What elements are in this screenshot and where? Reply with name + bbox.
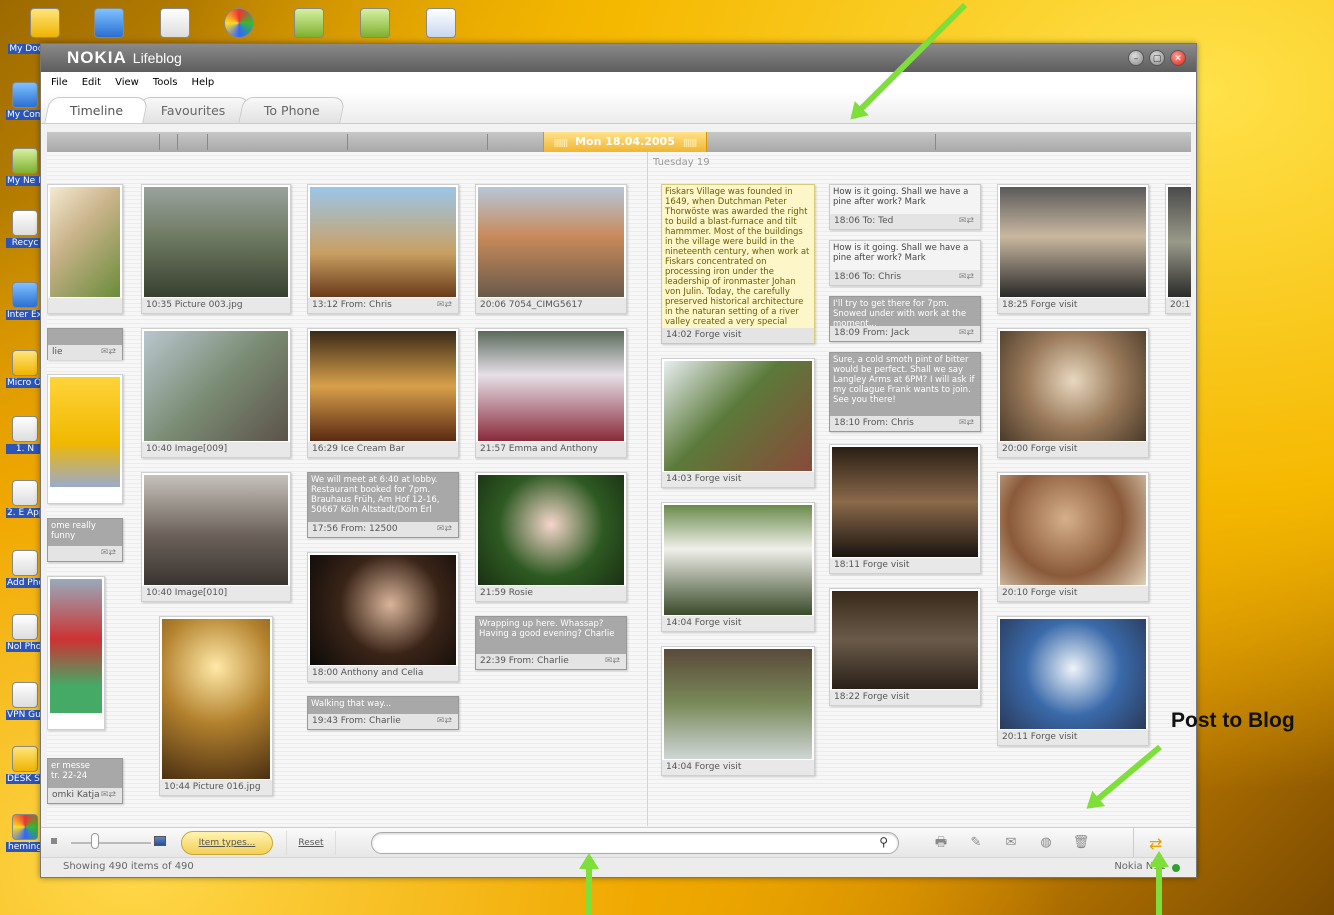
app-title: Lifeblog bbox=[132, 50, 182, 66]
timeline-item-message[interactable]: How is it going. Shall we have a pine af… bbox=[829, 240, 981, 286]
timeline-content: Tuesday 19 lie ✉⇄ ome really funny ✉⇄ er m… bbox=[47, 152, 1191, 826]
timeline-item-photo[interactable]: 10:40 Image[009] bbox=[141, 328, 291, 458]
desktop-desktop-studio-icon[interactable]: DESK STU bbox=[6, 744, 44, 784]
timeline-item-photo[interactable]: 18:00 Anthony and Celia bbox=[307, 552, 459, 682]
desktop-add-photo-icon[interactable]: Add Photo bbox=[6, 548, 44, 588]
timeline-item-photo[interactable]: 18:22 Forge visit bbox=[829, 588, 981, 706]
status-bar: Showing 490 items of 490 Nokia N91 bbox=[41, 857, 1196, 877]
post-to-blog-label: Post to Blog bbox=[1171, 709, 1295, 732]
menu-help[interactable]: Help bbox=[191, 77, 214, 88]
timeline-item-photo[interactable]: 20:00 Forge visit bbox=[997, 328, 1149, 458]
timeline-item-photo[interactable]: 16:29 Ice Cream Bar bbox=[307, 328, 459, 458]
send-message-icon[interactable]: ✉ bbox=[1001, 833, 1021, 853]
annotation-arrow-transfer bbox=[1156, 855, 1162, 915]
reset-button[interactable]: Reset bbox=[286, 831, 336, 855]
desktop-hemingway-icon[interactable]: heming bbox=[6, 812, 44, 852]
tab-to-phone[interactable]: To Phone bbox=[237, 97, 346, 123]
timeline-item-photo[interactable]: 20:11 bbox=[1165, 184, 1191, 314]
desktop-tsd-icon[interactable] bbox=[358, 6, 392, 40]
tab-bar: Timeline Favourites To Phone bbox=[41, 92, 1196, 124]
timeline-item-photo[interactable]: 10:40 Image[010] bbox=[141, 472, 291, 602]
search-input[interactable] bbox=[382, 833, 862, 853]
desktop-my-computer-icon[interactable]: My Com bbox=[6, 80, 44, 120]
desktop-outlook-icon[interactable]: Micro Outl bbox=[6, 348, 44, 388]
menu-edit[interactable]: Edit bbox=[82, 77, 101, 88]
delete-icon[interactable]: 🗑 bbox=[1071, 833, 1091, 853]
search-box[interactable]: ⚲ bbox=[371, 832, 899, 854]
timeline-item-photo[interactable]: 21:57 Emma and Anthony bbox=[475, 328, 627, 458]
timeline-item-photo[interactable]: 14:03 Forge visit bbox=[661, 358, 815, 488]
large-thumbnail-icon bbox=[154, 836, 166, 846]
timeline-item-photo[interactable]: 20:10 Forge visit bbox=[997, 472, 1149, 602]
menu-bar: File Edit View Tools Help bbox=[41, 72, 1196, 92]
close-button[interactable]: ✕ bbox=[1170, 50, 1186, 66]
minimize-button[interactable]: – bbox=[1128, 50, 1144, 66]
nokia-logo: NOKIA bbox=[67, 48, 127, 67]
search-icon[interactable]: ⚲ bbox=[879, 835, 888, 849]
timeline-item-message[interactable]: How is it going. Shall we have a pine af… bbox=[829, 184, 981, 230]
desktop-ie-icon[interactable] bbox=[92, 6, 126, 40]
menu-file[interactable]: File bbox=[51, 77, 68, 88]
desktop-vpn-icon[interactable]: VPN Gui bbox=[6, 680, 44, 720]
timeline-item-photo[interactable]: 20:06 7054_CIMG5617 bbox=[475, 184, 627, 314]
timeline-item-photo[interactable]: 13:12 From: Chris ✉⇄ bbox=[307, 184, 459, 314]
timeline-item-message[interactable]: I'll try to get there for 7pm. Snowed un… bbox=[829, 296, 981, 342]
timeline-item-photo[interactable] bbox=[47, 184, 123, 314]
desktop-word-icon[interactable] bbox=[424, 6, 458, 40]
print-icon[interactable]: 🖶 bbox=[931, 833, 951, 853]
timeline-date-badge[interactable]: Mon 18.04.2005 bbox=[543, 132, 707, 152]
timeline-strip[interactable]: Mon 18.04.2005 bbox=[47, 132, 1191, 152]
desktop-internet-explorer-icon[interactable]: Inter Expl bbox=[6, 280, 44, 320]
timeline-item-message[interactable]: Walking that way... 19:43 From: Charlie ✉⇄ bbox=[307, 696, 459, 730]
zoom-slider-track[interactable] bbox=[71, 842, 151, 844]
desktop-shortcut-1-icon[interactable]: 1. N bbox=[6, 414, 44, 454]
lifeblog-window: NOKIA Lifeblog – ▢ ✕ File Edit View Tool… bbox=[40, 43, 1197, 878]
post-to-blog-icon[interactable]: ◍ bbox=[1036, 833, 1056, 853]
timeline-item-photo[interactable]: 10:44 Picture 016.jpg bbox=[159, 616, 273, 796]
timeline-item-photo[interactable] bbox=[47, 374, 123, 504]
timeline-item-message[interactable]: lie ✉⇄ bbox=[47, 328, 123, 360]
bottom-toolbar: Item types... Reset ⚲ 🖶 ✎ ✉ ◍ 🗑 ⇄ bbox=[41, 827, 1196, 858]
status-item-count: Showing 490 items of 490 bbox=[63, 861, 194, 872]
timeline-item-photo[interactable]: 14:04 Forge visit bbox=[661, 502, 815, 632]
timeline-item-message[interactable]: Sure, a cold smoth pint of bitter would … bbox=[829, 352, 981, 432]
desktop-shortcut-2-icon[interactable]: 2. E Applic bbox=[6, 478, 44, 518]
zoom-slider-handle[interactable] bbox=[91, 833, 99, 849]
timeline-item-message[interactable]: ome really funny ✉⇄ bbox=[47, 518, 123, 562]
desktop-my-documents-icon[interactable]: My Doc bbox=[8, 42, 44, 54]
desktop-recycle-bin-icon[interactable]: Recyc bbox=[6, 208, 44, 248]
maximize-button[interactable]: ▢ bbox=[1149, 50, 1165, 66]
desktop-folder-icon[interactable] bbox=[28, 6, 62, 40]
desktop-nokia-phone-icon[interactable]: Nol Phone bbox=[6, 612, 44, 652]
day-divider bbox=[647, 152, 648, 826]
desktop-network-icon[interactable]: My Ne Plac bbox=[6, 146, 44, 186]
timeline-item-note[interactable]: Fiskars Village was founded in 1649, whe… bbox=[661, 184, 815, 344]
timeline-item-photo[interactable]: 18:25 Forge visit bbox=[997, 184, 1149, 314]
timeline-item-photo[interactable]: 14:04 Forge visit bbox=[661, 646, 815, 776]
annotation-arrow-search bbox=[586, 857, 592, 915]
timeline-item-photo[interactable]: 18:11 Forge visit bbox=[829, 444, 981, 574]
timeline-item-message[interactable]: We will meet at 6:40 at lobby. Restauran… bbox=[307, 472, 459, 538]
small-thumbnail-icon bbox=[51, 838, 57, 844]
day-label: Tuesday 19 bbox=[653, 157, 710, 168]
item-types-button[interactable]: Item types... bbox=[181, 831, 273, 855]
tab-timeline[interactable]: Timeline bbox=[44, 97, 149, 123]
timeline-item-photo[interactable]: 21:59 Rosie bbox=[475, 472, 627, 602]
timeline-item-photo[interactable]: 20:11 Forge visit bbox=[997, 616, 1149, 746]
tab-favourites[interactable]: Favourites bbox=[135, 97, 252, 123]
desktop-document-icon[interactable] bbox=[158, 6, 192, 40]
title-bar[interactable]: NOKIA Lifeblog – ▢ ✕ bbox=[41, 44, 1196, 72]
timeline-item-message[interactable]: Wrapping up here. Whassap? Having a good… bbox=[475, 616, 627, 670]
menu-tools[interactable]: Tools bbox=[153, 77, 178, 88]
timeline-item-photo[interactable] bbox=[47, 576, 105, 730]
desktop-app-icon[interactable] bbox=[222, 6, 256, 40]
timeline-item-photo[interactable]: 10:35 Picture 003.jpg bbox=[141, 184, 291, 314]
connection-status-icon bbox=[1172, 864, 1180, 872]
edit-icon[interactable]: ✎ bbox=[966, 833, 986, 853]
timeline-item-message[interactable]: er messe tr. 22-24 omki Katja ✉⇄ bbox=[47, 758, 123, 804]
desktop-tsd-icon[interactable] bbox=[292, 6, 326, 40]
menu-view[interactable]: View bbox=[115, 77, 139, 88]
